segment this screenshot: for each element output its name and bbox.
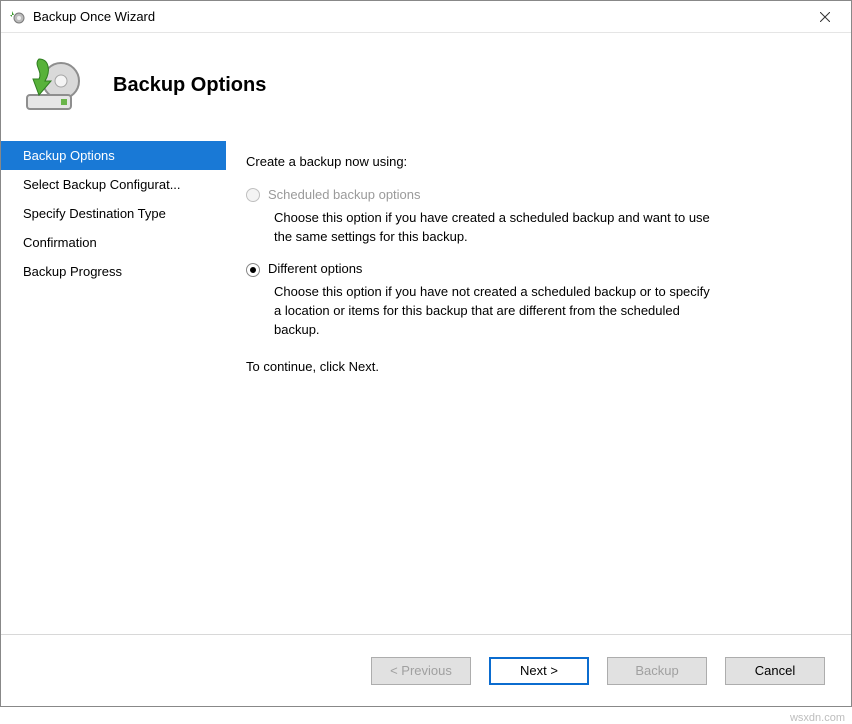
window-title: Backup Once Wizard	[33, 9, 805, 24]
option-different: Different options Choose this option if …	[246, 260, 821, 339]
option-scheduled-description: Choose this option if you have created a…	[274, 209, 714, 247]
step-confirmation[interactable]: Confirmation	[1, 228, 226, 257]
radio-icon	[246, 188, 260, 202]
wizard-content: Create a backup now using: Scheduled bac…	[226, 141, 851, 634]
prompt-text: Create a backup now using:	[246, 153, 821, 172]
step-backup-options[interactable]: Backup Options	[1, 141, 226, 170]
wizard-footer: < Previous Next > Backup Cancel	[1, 634, 851, 706]
backup-hero-icon	[21, 53, 85, 117]
wizard-header: Backup Options	[1, 33, 851, 141]
watermark: wsxdn.com	[790, 712, 845, 724]
radio-different[interactable]: Different options	[246, 260, 821, 279]
backup-button: Backup	[607, 657, 707, 685]
page-heading: Backup Options	[113, 74, 266, 97]
next-button[interactable]: Next >	[489, 657, 589, 685]
previous-button: < Previous	[371, 657, 471, 685]
wizard-steps-sidebar: Backup Options Select Backup Configurat.…	[1, 141, 226, 634]
titlebar: Backup Once Wizard	[1, 1, 851, 33]
radio-icon	[246, 263, 260, 277]
radio-label: Scheduled backup options	[268, 186, 421, 205]
app-icon	[9, 9, 25, 25]
continue-hint: To continue, click Next.	[246, 358, 821, 377]
radio-label: Different options	[268, 260, 362, 279]
close-button[interactable]	[805, 1, 845, 32]
wizard-window: Backup Once Wizard Backup Options Backup…	[0, 0, 852, 707]
step-select-backup-config[interactable]: Select Backup Configurat...	[1, 170, 226, 199]
radio-scheduled: Scheduled backup options	[246, 186, 821, 205]
step-specify-destination[interactable]: Specify Destination Type	[1, 199, 226, 228]
step-backup-progress[interactable]: Backup Progress	[1, 257, 226, 286]
wizard-body: Backup Options Select Backup Configurat.…	[1, 141, 851, 634]
option-scheduled: Scheduled backup options Choose this opt…	[246, 186, 821, 247]
cancel-button[interactable]: Cancel	[725, 657, 825, 685]
option-different-description: Choose this option if you have not creat…	[274, 283, 714, 340]
